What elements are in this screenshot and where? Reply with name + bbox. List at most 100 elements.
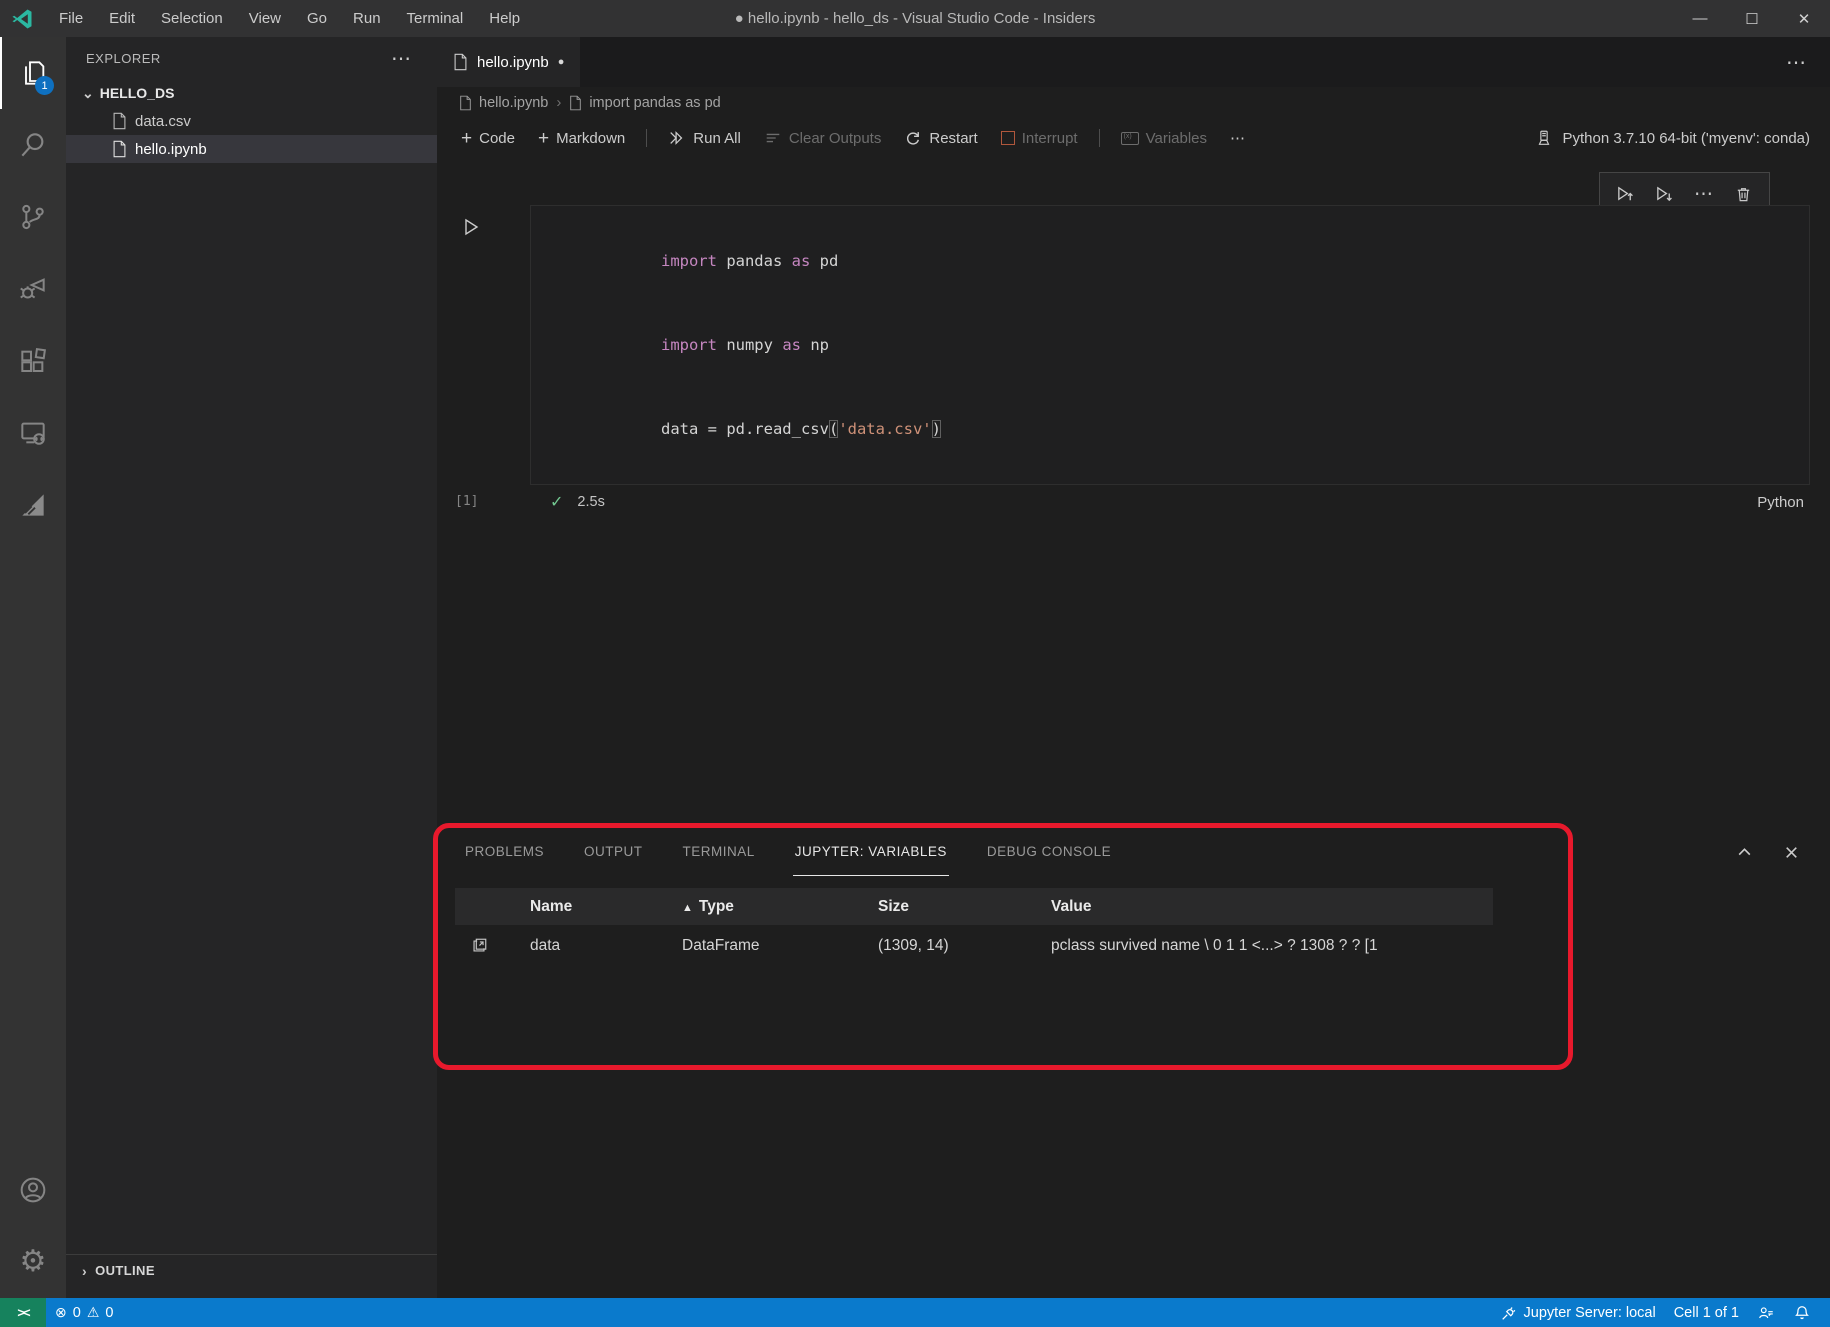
- gear-icon: ⚙: [20, 1247, 47, 1277]
- status-bar: >< ⊗ 0 ⚠ 0 Jupyter Server: local Cell 1 …: [0, 1298, 1830, 1327]
- run-below-icon[interactable]: [1655, 185, 1674, 204]
- feedback-icon: [1757, 1304, 1775, 1322]
- breadcrumb: hello.ipynb › import pandas as pd: [437, 87, 1830, 118]
- search-icon: [17, 129, 49, 161]
- delete-cell-icon[interactable]: [1734, 185, 1753, 204]
- activity-explorer[interactable]: 1: [0, 37, 66, 109]
- warning-icon: ⚠: [87, 1304, 100, 1321]
- file-name: data.csv: [135, 113, 191, 130]
- kernel-picker[interactable]: Python 3.7.10 64-bit ('myenv': conda): [1535, 129, 1810, 147]
- activity-remote-explorer[interactable]: [0, 397, 66, 469]
- menu-run[interactable]: Run: [340, 0, 394, 37]
- close-button[interactable]: ✕: [1778, 0, 1830, 37]
- file-item-data-csv[interactable]: data.csv: [66, 107, 437, 135]
- menu-selection[interactable]: Selection: [148, 0, 236, 37]
- cell-language-picker[interactable]: Python: [1757, 494, 1810, 511]
- cell-more-icon[interactable]: ⋯: [1694, 183, 1714, 206]
- remote-icon: ><: [17, 1305, 28, 1320]
- open-in-data-viewer-icon[interactable]: [470, 937, 488, 955]
- variable-name: data: [503, 937, 655, 955]
- interrupt-kernel-button[interactable]: Interrupt: [993, 123, 1086, 153]
- variables-icon: [1121, 132, 1139, 145]
- tab-terminal[interactable]: TERMINAL: [681, 828, 757, 876]
- tab-output[interactable]: OUTPUT: [582, 828, 645, 876]
- outline-section[interactable]: › OUTLINE: [66, 1254, 437, 1286]
- sidebar-title: EXPLORER: [86, 51, 161, 66]
- activity-source-control[interactable]: [0, 181, 66, 253]
- tab-hello-ipynb[interactable]: hello.ipynb ●: [437, 37, 580, 87]
- feedback-button[interactable]: [1748, 1298, 1784, 1327]
- breadcrumb-file[interactable]: hello.ipynb: [459, 95, 548, 111]
- breadcrumb-cell[interactable]: import pandas as pd: [569, 95, 720, 111]
- restart-kernel-button[interactable]: Restart: [896, 123, 985, 153]
- maximize-button[interactable]: ☐: [1726, 0, 1778, 37]
- file-item-hello-ipynb[interactable]: hello.ipynb: [66, 135, 437, 163]
- column-name[interactable]: Name: [503, 898, 655, 916]
- bell-icon: [1793, 1304, 1811, 1322]
- file-icon: [112, 140, 127, 158]
- bottom-panel: PROBLEMS OUTPUT TERMINAL JUPYTER: VARIAB…: [437, 828, 1830, 1298]
- title-bar: File Edit Selection View Go Run Terminal…: [0, 0, 1830, 37]
- activity-run-debug[interactable]: [0, 253, 66, 325]
- jupyter-server-status[interactable]: Jupyter Server: local: [1491, 1298, 1665, 1327]
- variable-type: DataFrame: [655, 937, 851, 955]
- tab-jupyter-variables[interactable]: JUPYTER: VARIABLES: [793, 828, 949, 876]
- folder-section-hello-ds[interactable]: ⌄ HELLO_DS: [66, 79, 437, 107]
- menu-go[interactable]: Go: [294, 0, 340, 37]
- variables-table-header: Name ▲Type Size Value: [455, 888, 1493, 925]
- explorer-badge: 1: [35, 76, 54, 95]
- activity-extensions[interactable]: [0, 325, 66, 397]
- add-markdown-cell-button[interactable]: + Markdown: [530, 123, 633, 153]
- explorer-more-icon[interactable]: ⋯: [391, 46, 413, 71]
- maximize-panel-icon[interactable]: [1736, 844, 1753, 861]
- column-type[interactable]: ▲Type: [655, 898, 851, 916]
- variables-button[interactable]: Variables: [1113, 123, 1215, 153]
- column-value[interactable]: Value: [1031, 898, 1493, 916]
- tab-debug-console[interactable]: DEBUG CONSOLE: [985, 828, 1113, 876]
- activity-settings[interactable]: ⚙: [0, 1226, 66, 1298]
- toolbar-more-button[interactable]: ⋯: [1222, 123, 1253, 153]
- run-all-button[interactable]: Run All: [660, 123, 749, 153]
- tab-problems[interactable]: PROBLEMS: [463, 828, 546, 876]
- problems-status[interactable]: ⊗ 0 ⚠ 0: [46, 1298, 122, 1327]
- menu-edit[interactable]: Edit: [96, 0, 148, 37]
- menu-terminal[interactable]: Terminal: [394, 0, 477, 37]
- menu-view[interactable]: View: [236, 0, 294, 37]
- menu-help[interactable]: Help: [476, 0, 533, 37]
- close-panel-icon[interactable]: [1783, 844, 1800, 861]
- menu-file[interactable]: File: [46, 0, 96, 37]
- run-cell-button[interactable]: [461, 217, 481, 237]
- activity-custom-extension[interactable]: [0, 469, 66, 541]
- file-icon: [569, 95, 582, 111]
- triangle-extension-icon: [17, 489, 49, 521]
- execution-count: [1]: [455, 494, 478, 511]
- success-check-icon: ✓: [550, 492, 563, 512]
- editor-actions-more-icon[interactable]: ⋯: [1786, 37, 1806, 87]
- account-icon: [17, 1174, 49, 1206]
- file-icon: [459, 95, 472, 111]
- breadcrumb-separator: ›: [556, 94, 561, 111]
- panel-tab-bar: PROBLEMS OUTPUT TERMINAL JUPYTER: VARIAB…: [437, 828, 1830, 876]
- notifications-button[interactable]: [1784, 1298, 1820, 1327]
- remote-indicator[interactable]: ><: [0, 1298, 46, 1327]
- code-line: data = pd.read_csv('data.csv'): [549, 387, 1809, 471]
- cell-code-editor[interactable]: import pandas as pd import numpy as np d…: [530, 205, 1810, 485]
- clear-outputs-button[interactable]: Clear Outputs: [756, 123, 890, 153]
- activity-bar: 1: [0, 37, 66, 1298]
- cell-position-status[interactable]: Cell 1 of 1: [1665, 1298, 1748, 1327]
- source-control-icon: [17, 201, 49, 233]
- file-icon: [112, 112, 127, 130]
- clear-outputs-icon: [764, 129, 782, 147]
- dirty-indicator-icon[interactable]: ●: [558, 56, 565, 68]
- activity-accounts[interactable]: [0, 1154, 66, 1226]
- minimize-button[interactable]: —: [1674, 0, 1726, 37]
- chevron-down-icon: ⌄: [82, 85, 94, 102]
- column-size[interactable]: Size: [851, 898, 1031, 916]
- outline-label: OUTLINE: [95, 1263, 155, 1278]
- play-icon: [461, 217, 481, 237]
- editor-area: hello.ipynb ● ⋯ hello.ipynb › import pan…: [437, 37, 1830, 828]
- run-above-icon[interactable]: [1616, 185, 1635, 204]
- variable-row-data[interactable]: data DataFrame (1309, 14) pclass survive…: [455, 925, 1493, 967]
- activity-search[interactable]: [0, 109, 66, 181]
- add-code-cell-button[interactable]: + Code: [453, 123, 523, 153]
